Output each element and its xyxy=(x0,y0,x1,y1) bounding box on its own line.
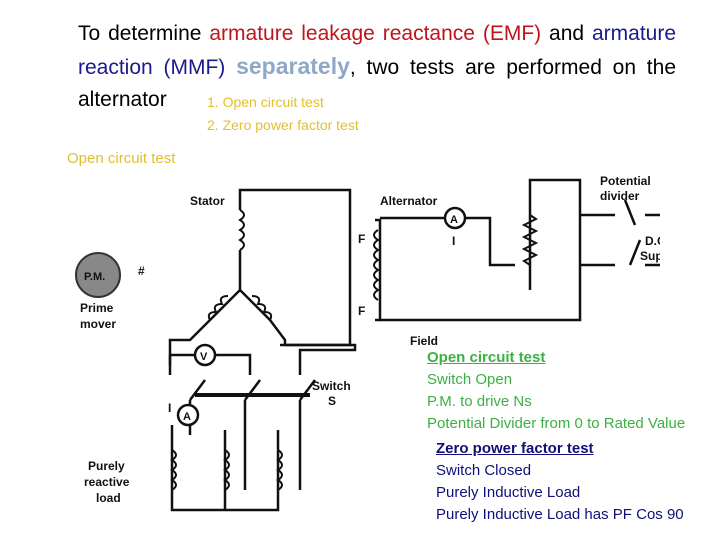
note-line: Switch Closed xyxy=(436,462,532,479)
prime-label: Prime xyxy=(80,301,114,315)
switch-label: Switch xyxy=(312,379,351,393)
reactive-label: reactive xyxy=(84,475,130,489)
f2-label: F xyxy=(358,304,365,318)
open-circuit-notes: Open circuit test Switch Open P.M. to dr… xyxy=(427,347,685,435)
switch-s-label: S xyxy=(328,394,336,408)
pm-label: P.M. xyxy=(84,271,105,283)
zpf-heading: Zero power factor test xyxy=(436,440,594,457)
f1-label: F xyxy=(358,232,365,246)
intro-text xyxy=(225,56,236,79)
wire xyxy=(238,188,352,347)
zpf-notes: Zero power factor test Switch Closed Pur… xyxy=(436,438,684,526)
intro-text: To determine xyxy=(78,22,210,45)
note-line: Switch Open xyxy=(427,371,513,388)
ammeter-letter: A xyxy=(450,214,458,226)
dc-label: D.C. xyxy=(645,234,660,248)
divider-label: divider xyxy=(600,189,640,203)
supply-label: Supply xyxy=(640,249,660,263)
test-list-item: 1. Open circuit test xyxy=(207,94,324,110)
hash-label: # xyxy=(138,264,145,278)
ia-label: I xyxy=(168,401,171,415)
load-label: load xyxy=(96,491,121,505)
note-line: Purely Inductive Load xyxy=(436,484,581,501)
field-label: Field xyxy=(410,334,438,348)
voltmeter-letter: V xyxy=(200,351,208,363)
ammeter-letter: A xyxy=(183,411,191,423)
if-label: I xyxy=(452,234,455,248)
mover-label: mover xyxy=(80,317,116,331)
stator-label: Stator xyxy=(190,194,225,208)
emf-phrase: armature leakage reactance (EMF) xyxy=(209,22,542,45)
test-list-item: 2. Zero power factor test xyxy=(207,117,359,133)
intro-text: and xyxy=(541,22,592,45)
potential-label: Potential xyxy=(600,174,651,188)
intro-paragraph: To determine armature leakage reactance … xyxy=(78,18,676,116)
purely-label: Purely xyxy=(88,459,125,473)
alternator-label: Alternator xyxy=(380,194,438,208)
open-circuit-heading: Open circuit test xyxy=(427,349,546,366)
note-line: Potential Divider from 0 to Rated Value xyxy=(427,415,686,432)
note-line: Purely Inductive Load has PF Cos 90 xyxy=(436,506,684,523)
separately-word: separately xyxy=(236,53,350,79)
note-line: P.M. to drive Ns xyxy=(427,393,532,410)
